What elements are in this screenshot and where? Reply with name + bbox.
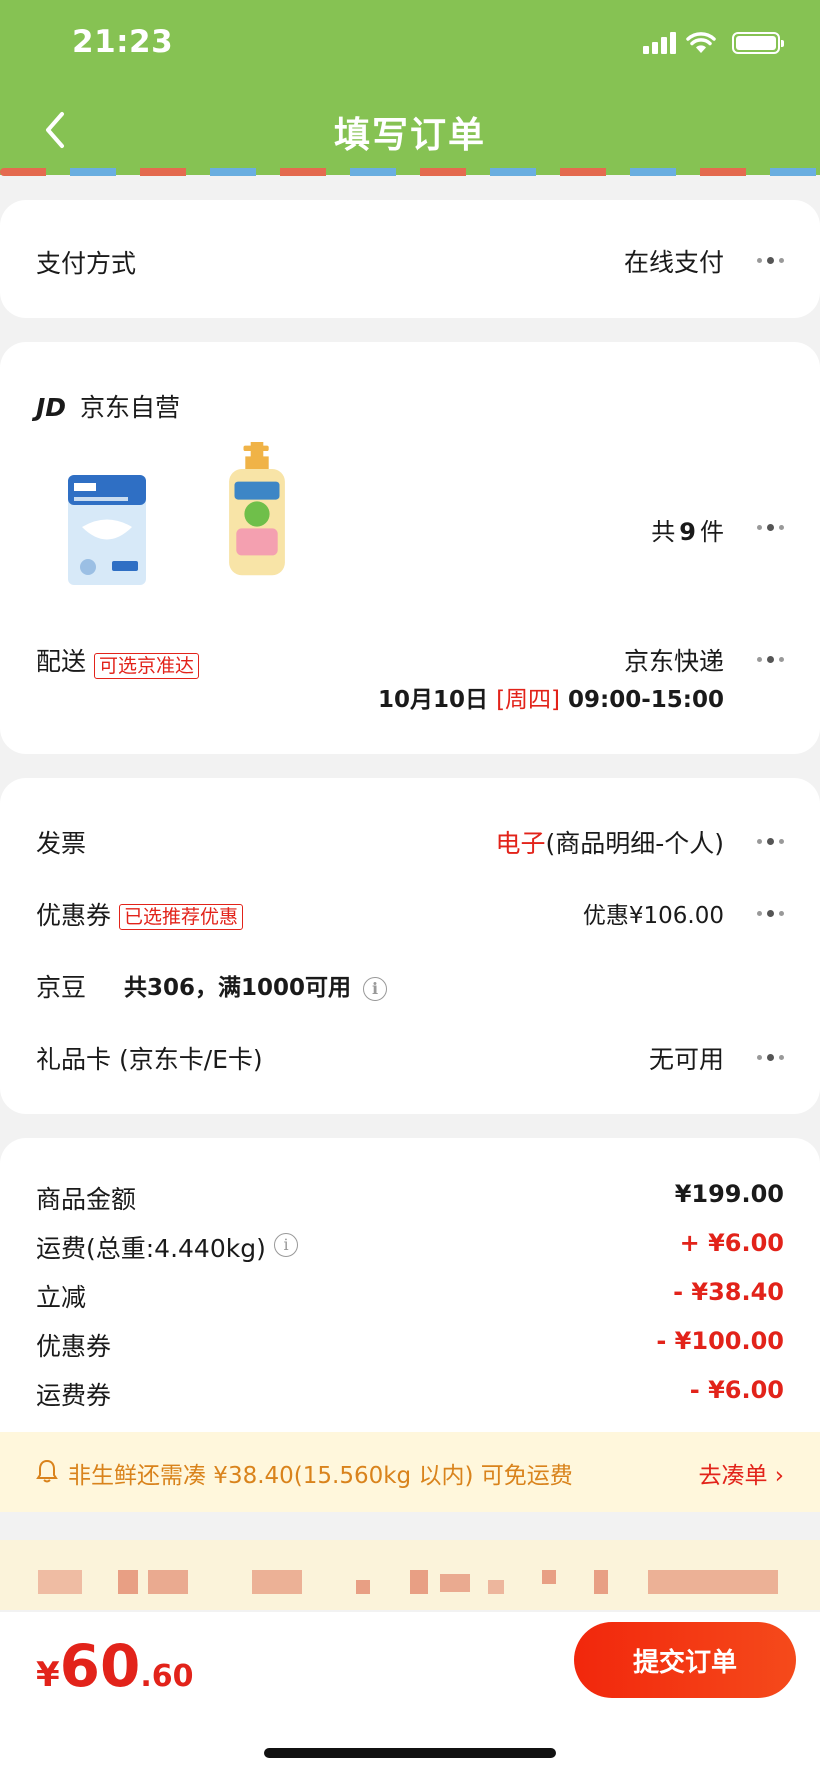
courier-name: 京东快递 bbox=[623, 647, 724, 676]
info-icon[interactable]: i bbox=[274, 1233, 298, 1257]
summary-row: 商品金额 ¥199.00 bbox=[36, 1180, 784, 1216]
more-icon[interactable] bbox=[757, 910, 784, 917]
airmail-stripe bbox=[0, 168, 820, 176]
jd-logo: JD bbox=[36, 393, 67, 422]
info-icon[interactable]: i bbox=[363, 976, 388, 1001]
item-count[interactable]: 共9件 bbox=[651, 512, 724, 547]
bell-icon bbox=[36, 1459, 58, 1483]
summary-label: 商品金额 bbox=[36, 1185, 137, 1214]
payment-label: 支付方式 bbox=[36, 249, 137, 278]
more-icon[interactable] bbox=[757, 656, 784, 663]
summary-label: 运费券 bbox=[36, 1381, 112, 1410]
item-count-number: 9 bbox=[679, 518, 696, 546]
more-icon[interactable] bbox=[757, 257, 784, 264]
beans-text: 共306，满1000可用 i bbox=[124, 968, 388, 1002]
summary-row: 运费(总重:4.440kg) i + ¥6.00 bbox=[36, 1229, 784, 1265]
invoice-row[interactable]: 发票 电子(商品明细-个人) bbox=[36, 820, 784, 860]
giftcard-row[interactable]: 礼品卡 (京东卡/E卡) 无可用 bbox=[36, 1036, 784, 1076]
beans-row: 京豆 共306，满1000可用 i bbox=[36, 964, 784, 1004]
summary-amount: - ¥38.40 bbox=[673, 1278, 784, 1306]
wifi-icon bbox=[686, 32, 716, 53]
free-shipping-banner[interactable]: 非生鲜还需凑 ¥38.40(15.560kg 以内) 可免运费 去凑单 › bbox=[0, 1432, 820, 1512]
more-icon[interactable] bbox=[757, 838, 784, 845]
nav-bar: 填写订单 bbox=[0, 100, 820, 160]
summary-label: 优惠券 bbox=[36, 1332, 112, 1361]
more-icon[interactable] bbox=[757, 524, 784, 531]
options-card: 发票 电子(商品明细-个人) 优惠券 已选推荐优惠 优惠¥106.00 京豆 共3… bbox=[0, 778, 820, 1114]
summary-amount: ¥199.00 bbox=[674, 1180, 784, 1208]
summary-row: 立减 - ¥38.40 bbox=[36, 1278, 784, 1314]
more-icon[interactable] bbox=[757, 1054, 784, 1061]
summary-label: 立减 bbox=[36, 1283, 87, 1312]
page-title: 填写订单 bbox=[333, 115, 486, 156]
signal-icon bbox=[643, 32, 676, 54]
delivery-time: 10月10日 [周四] 09:00-15:00 bbox=[378, 687, 724, 713]
giftcard-value: 无可用 bbox=[648, 1045, 724, 1074]
invoice-value: 电子(商品明细-个人) bbox=[495, 829, 724, 858]
summary-row: 优惠券 - ¥100.00 bbox=[36, 1327, 784, 1363]
battery-icon bbox=[732, 32, 784, 54]
shop-name: 京东自营 bbox=[80, 393, 181, 422]
summary-amount: - ¥100.00 bbox=[656, 1327, 784, 1355]
status-time: 21:23 bbox=[72, 24, 174, 60]
delivery-label: 配送 bbox=[36, 647, 87, 676]
delivery-row[interactable]: 配送 可选京准达 bbox=[36, 642, 200, 679]
summary-amount: - ¥6.00 bbox=[689, 1376, 784, 1404]
status-icons bbox=[643, 32, 784, 54]
header-bar: 21:23 填写订单 bbox=[0, 0, 820, 175]
payment-card[interactable]: 支付方式 在线支付 bbox=[0, 200, 820, 318]
summary-label: 运费(总重:4.440kg) bbox=[36, 1234, 266, 1263]
status-bar: 21:23 bbox=[72, 24, 784, 68]
checkout-bar: ¥60.60 提交订单 bbox=[0, 1612, 820, 1775]
home-indicator[interactable] bbox=[264, 1748, 556, 1758]
delivery-tag: 可选京准达 bbox=[94, 652, 200, 679]
summary-row: 运费券 - ¥6.00 bbox=[36, 1376, 784, 1412]
summary-card: 商品金额 ¥199.00 运费(总重:4.440kg) i + ¥6.00 立减 - ¥38… bbox=[0, 1138, 820, 1468]
coupon-tag: 已选推荐优惠 bbox=[119, 904, 244, 930]
summary-amount: + ¥6.00 bbox=[679, 1229, 784, 1257]
giftcard-label: 礼品卡 (京东卡/E卡) bbox=[36, 1045, 263, 1074]
shop-card: JD 京东自营 共9件 配送 可选京准达 京东快递 10月10日 [周四] 09:… bbox=[0, 342, 820, 754]
redacted-strip bbox=[0, 1540, 820, 1610]
coupon-value: 优惠¥106.00 bbox=[582, 903, 724, 929]
payment-value: 在线支付 bbox=[623, 248, 724, 277]
banner-text: 非生鲜还需凑 ¥38.40(15.560kg 以内) 可免运费 bbox=[68, 1463, 573, 1489]
coupon-label: 优惠券 bbox=[36, 901, 112, 930]
submit-order-button[interactable]: 提交订单 bbox=[574, 1622, 796, 1698]
coupon-row[interactable]: 优惠券 已选推荐优惠 优惠¥106.00 bbox=[36, 892, 784, 932]
beans-label: 京豆 bbox=[36, 973, 87, 1002]
shop-header[interactable]: JD 京东自营 bbox=[36, 388, 180, 424]
invoice-label: 发票 bbox=[36, 829, 87, 858]
product-image-wash[interactable] bbox=[212, 442, 302, 577]
add-items-link[interactable]: 去凑单 › bbox=[698, 1456, 784, 1490]
product-image-pads[interactable] bbox=[62, 457, 152, 592]
total-price: ¥60.60 bbox=[36, 1632, 194, 1700]
